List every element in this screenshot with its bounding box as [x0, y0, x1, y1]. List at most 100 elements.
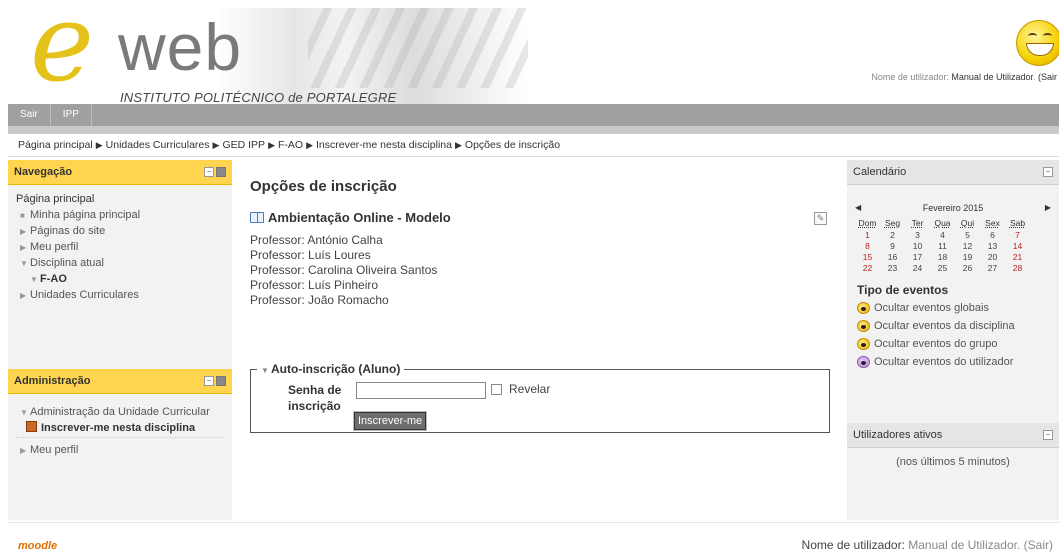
header-user-prefix: Nome de utilizador:	[871, 72, 952, 82]
course-info: Ambientação Online - Modelo Professor: A…	[250, 210, 830, 308]
nav-item-site-pages[interactable]: ▶ Páginas do site	[16, 223, 224, 239]
breadcrumb-separator-icon: ▶	[454, 140, 462, 150]
institution-name: INSTITUTO POLITÉCNICO de PORTALEGRE	[120, 90, 397, 105]
calendar-day: 1	[865, 229, 870, 240]
smiley-icon	[1016, 20, 1059, 66]
book-icon	[250, 212, 264, 223]
footer-logout-link[interactable]: (Sair)	[1024, 538, 1053, 552]
collapse-icon[interactable]: −	[204, 167, 214, 177]
admin-item-course-admin[interactable]: ▼ Administração da Unidade Curricular	[16, 404, 224, 420]
expand-arrow-icon: ▶	[20, 227, 27, 236]
dock-icon[interactable]	[216, 376, 226, 386]
calendar-day: 7	[1015, 229, 1020, 240]
breadcrumb-separator-icon: ▶	[212, 140, 220, 150]
calendar-month[interactable]: Fevereiro 2015	[923, 203, 984, 213]
top-navigation-subbar	[8, 126, 1059, 134]
calendar-day: 25	[937, 262, 948, 273]
moodle-logo[interactable]: moodle	[18, 540, 57, 552]
enrol-me-button[interactable]: Inscrever-me	[352, 411, 428, 431]
calendar-day: 9	[890, 240, 895, 251]
calendar-day: 26	[962, 262, 973, 273]
admin-item-my-profile[interactable]: ▶ Meu perfil	[16, 442, 224, 458]
bullet-icon: ■	[20, 211, 25, 220]
right-sidebar: Calendário − ◀ Fevereiro 2015 ▶ Dom Seg …	[847, 160, 1059, 520]
weekday-header: Dom	[858, 218, 877, 228]
weekday-header: Sab	[1009, 218, 1026, 228]
nav-item-label: Disciplina atual	[30, 257, 104, 269]
expand-arrow-icon: ▶	[20, 446, 27, 455]
course-title-row: Ambientação Online - Modelo	[250, 210, 830, 225]
teacher-item: Professor: Luís Loures	[250, 248, 371, 262]
calendar-day: 20	[987, 251, 998, 262]
navigation-tree: Página principal ■ Minha página principal…	[8, 185, 232, 369]
collapse-icon[interactable]: −	[1043, 167, 1053, 177]
calendar-day: 5	[965, 229, 970, 240]
calendar-day: 8	[865, 240, 870, 251]
nav-item-label: Minha página principal	[30, 209, 141, 221]
header-user-link[interactable]: Manual de Utilizador	[951, 72, 1033, 82]
event-filter-label: Ocultar eventos do utilizador	[874, 356, 1014, 368]
nav-item-my-home[interactable]: ■ Minha página principal	[16, 207, 224, 223]
breadcrumb-separator-icon: ▶	[306, 140, 313, 150]
nav-item-home[interactable]: Página principal	[16, 191, 224, 207]
course-title[interactable]: Ambientação Online - Modelo	[268, 210, 451, 225]
topnav-item-ipp[interactable]: IPP	[51, 104, 92, 126]
calendar-day: 13	[987, 240, 998, 251]
breadcrumb-item[interactable]: Unidades Curriculares	[106, 139, 210, 151]
calendar-day: 18	[937, 251, 948, 262]
footer-user-link[interactable]: Manual de Utilizador.	[908, 538, 1020, 552]
event-filter-course[interactable]: Ocultar eventos da disciplina	[857, 319, 1059, 333]
edit-settings-icon[interactable]: ✎	[814, 212, 827, 225]
calendar-day: 19	[962, 251, 973, 262]
event-types-title: Tipo de eventos	[857, 283, 949, 297]
calendar-day: 17	[912, 251, 923, 262]
dock-icon[interactable]	[216, 167, 226, 177]
breadcrumb-item[interactable]: Inscrever-me nesta disciplina	[316, 139, 452, 151]
breadcrumb-item[interactable]: GED IPP	[222, 139, 265, 151]
event-filter-user[interactable]: Ocultar eventos do utilizador	[857, 355, 1059, 369]
event-filter-global[interactable]: Ocultar eventos globais	[857, 301, 1059, 315]
enrolment-password-input[interactable]	[356, 382, 486, 399]
collapse-arrow-icon: ▼	[30, 275, 38, 284]
reveal-checkbox[interactable]	[491, 384, 502, 395]
nav-item-units[interactable]: ▶ Unidades Curriculares	[16, 287, 224, 303]
nav-item-label: Meu perfil	[30, 241, 79, 253]
active-users-title: Utilizadores ativos	[853, 429, 943, 441]
navigation-block-title: Navegação	[14, 166, 73, 178]
calendar-day: 12	[962, 240, 973, 251]
header-logout-link[interactable]: (Sair	[1038, 72, 1057, 82]
topnav-item-sair[interactable]: Sair	[8, 104, 51, 126]
collapse-arrow-icon: ▼	[20, 408, 28, 417]
collapse-icon[interactable]: −	[1043, 430, 1053, 440]
calendar-day: 27	[987, 262, 998, 273]
self-enrolment-legend[interactable]: ▼ Auto-inscrição (Aluno)	[257, 362, 405, 376]
teacher-item: Professor: António Calha	[250, 233, 383, 247]
previous-month-icon[interactable]: ◀	[855, 203, 861, 213]
navigation-block-header: Navegação −	[8, 160, 232, 185]
self-enrolment-fieldset: ▼ Auto-inscrição (Aluno) Senha de inscriç…	[250, 362, 830, 433]
event-filter-group[interactable]: Ocultar eventos do grupo	[857, 337, 1059, 351]
eweb-logo[interactable]: e web INSTITUTO POLITÉCNICO de PORTALEGR…	[8, 0, 528, 105]
calendar-day: 28	[1012, 262, 1023, 273]
eye-icon	[857, 338, 870, 350]
administration-tree: ▼ Administração da Unidade Curricular Ins…	[8, 394, 232, 464]
calendar-day: 11	[938, 240, 947, 251]
nav-item-course-code[interactable]: ▼ F-AO	[16, 271, 224, 287]
next-month-icon[interactable]: ▶	[1045, 203, 1051, 213]
administration-block-title: Administração	[14, 375, 91, 387]
calendar-month-nav: ◀ Fevereiro 2015 ▶	[847, 203, 1059, 213]
site-header: e web INSTITUTO POLITÉCNICO de PORTALEGR…	[0, 0, 1059, 105]
calendar-day: 2	[890, 229, 895, 240]
admin-item-enrol-me[interactable]: Inscrever-me nesta disciplina	[16, 420, 224, 438]
collapse-icon[interactable]: −	[204, 376, 214, 386]
event-filter-label: Ocultar eventos da disciplina	[874, 320, 1015, 332]
breadcrumb-item[interactable]: F-AO	[278, 139, 303, 151]
breadcrumb-current: Opções de inscrição	[464, 139, 561, 151]
admin-item-label: Administração da Unidade Curricular	[30, 406, 210, 418]
nav-item-current-course[interactable]: ▼ Disciplina atual	[16, 255, 224, 271]
nav-item-label: Páginas do site	[30, 225, 106, 237]
expand-arrow-icon: ▶	[20, 243, 27, 252]
breadcrumb-item[interactable]: Página principal	[18, 139, 93, 151]
nav-item-my-profile[interactable]: ▶ Meu perfil	[16, 239, 224, 255]
breadcrumb-separator-icon: ▶	[95, 140, 103, 150]
